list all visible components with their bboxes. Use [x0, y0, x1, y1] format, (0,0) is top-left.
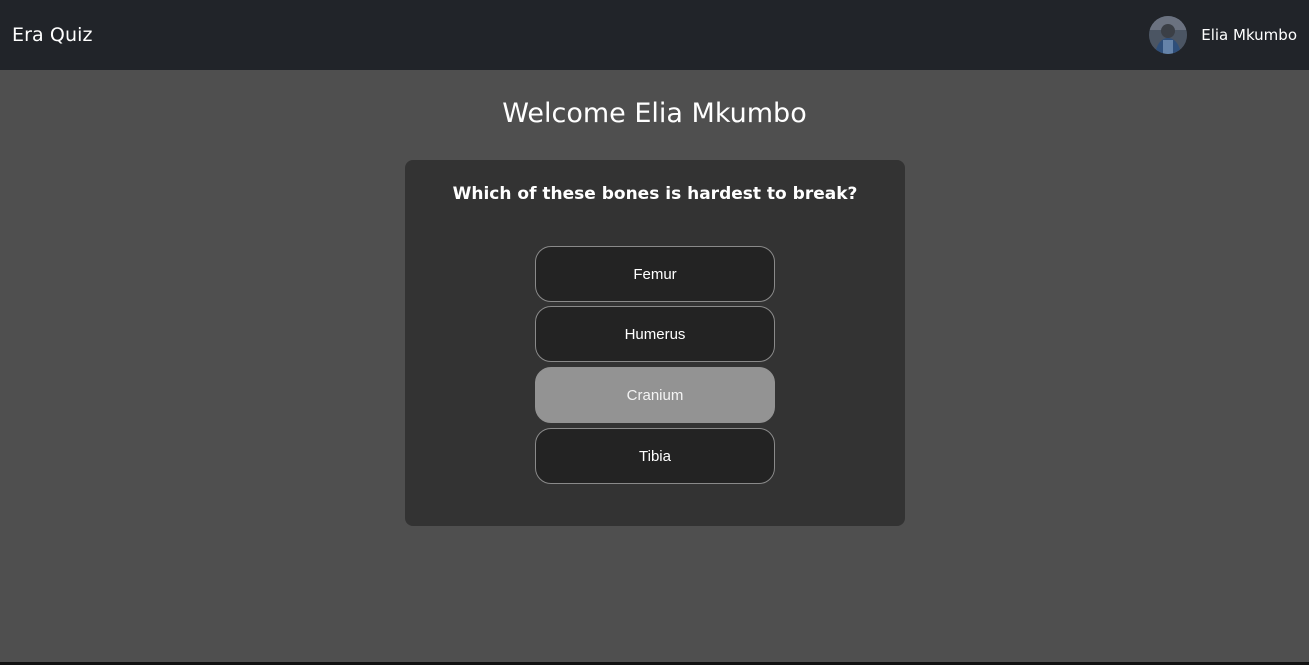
quiz-card: Which of these bones is hardest to break… [405, 160, 905, 526]
question-text: Which of these bones is hardest to break… [452, 184, 858, 204]
answer-option-tibia[interactable]: Tibia [535, 428, 775, 484]
navbar: Era Quiz Elia Mkumbo [0, 0, 1309, 70]
answer-option-cranium[interactable]: Cranium [535, 367, 775, 423]
user-menu[interactable]: Elia Mkumbo [1149, 16, 1297, 54]
user-name[interactable]: Elia Mkumbo [1201, 26, 1297, 44]
welcome-heading: Welcome Elia Mkumbo [502, 98, 807, 129]
user-avatar-icon [1149, 16, 1188, 54]
avatar[interactable] [1149, 16, 1188, 54]
answer-option-femur[interactable]: Femur [535, 246, 775, 302]
brand-logo-text[interactable]: Era Quiz [12, 24, 93, 46]
answer-option-humerus[interactable]: Humerus [535, 306, 775, 362]
